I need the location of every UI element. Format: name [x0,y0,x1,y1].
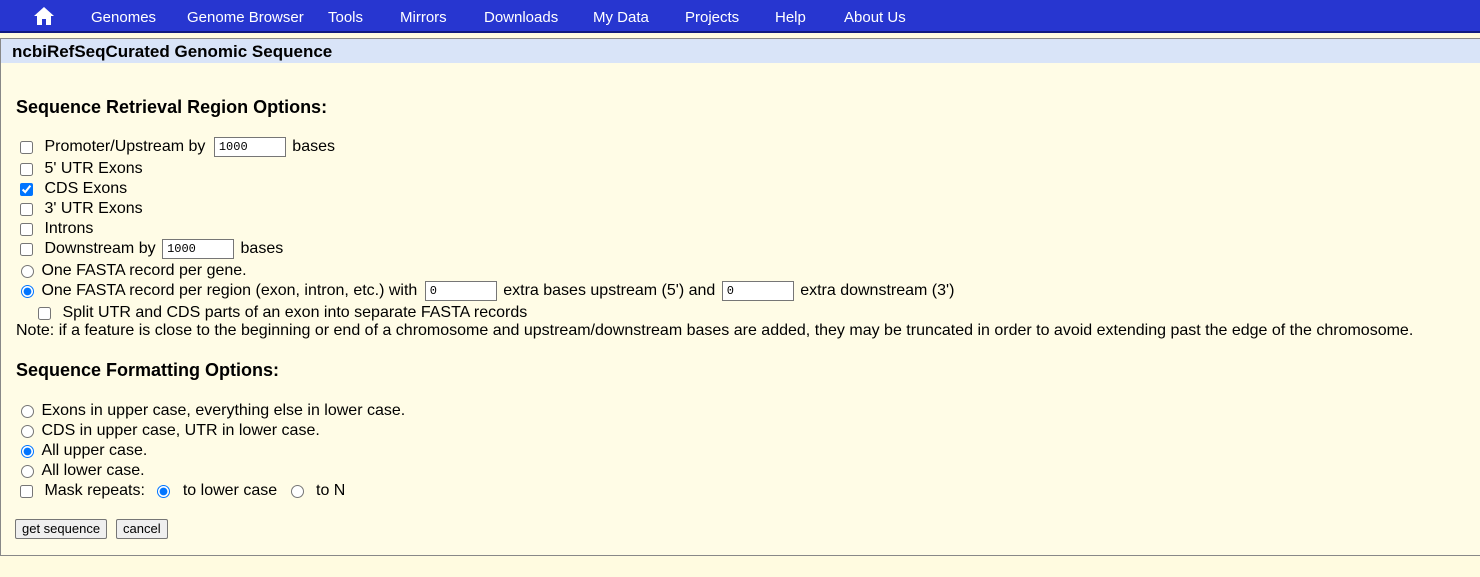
extra-downstream-label: extra downstream (3') [800,282,955,299]
promoter-row: Promoter/Upstream by bases [16,137,335,157]
utr3-checkbox[interactable] [20,202,33,216]
exons-upper-radio[interactable] [21,404,34,418]
mask-repeats-checkbox[interactable] [20,484,33,498]
mask-repeats-label: Mask repeats: [44,482,145,499]
introns-label: Introns [44,220,94,237]
cds-row: CDS Exons [16,179,127,199]
region-options-heading: Sequence Retrieval Region Options: [16,97,328,117]
downstream-bases-suffix: bases [240,240,284,257]
downstream-label: Downstream by [44,240,156,257]
mask-repeats-row: Mask repeats: to lower case to N [16,481,345,501]
home-icon[interactable] [33,6,55,26]
extra-upstream-input[interactable] [424,281,497,301]
all-lower-row: All lower case. [16,461,145,481]
one-per-gene-row: One FASTA record per gene. [16,261,247,281]
all-upper-radio[interactable] [21,444,34,458]
utr5-row: 5' UTR Exons [16,159,143,179]
nav-tools[interactable]: Tools [328,9,363,26]
mask-n-label: to N [316,482,346,499]
all-upper-label: All upper case. [41,442,148,459]
introns-row: Introns [16,219,93,239]
downstream-row: Downstream by bases [16,239,283,259]
exons-upper-row: Exons in upper case, everything else in … [16,401,405,421]
downstream-bases-input[interactable] [162,239,235,259]
promoter-bases-input[interactable] [213,137,286,157]
one-per-region-radio[interactable] [21,284,34,298]
one-per-region-label: One FASTA record per region (exon, intro… [41,282,418,299]
split-utr-label: Split UTR and CDS parts of an exon into … [62,304,528,321]
cds-checkbox[interactable] [20,182,33,196]
nav-mirrors[interactable]: Mirrors [400,9,447,26]
promoter-checkbox[interactable] [20,140,33,154]
top-navbar: Genomes Genome Browser Tools Mirrors Dow… [0,0,1480,33]
nav-help[interactable]: Help [775,9,806,26]
all-lower-label: All lower case. [41,462,145,479]
nav-downloads[interactable]: Downloads [484,9,558,26]
promoter-label: Promoter/Upstream by [44,138,206,155]
introns-checkbox[interactable] [20,222,33,236]
cds-label: CDS Exons [44,180,128,197]
one-per-region-row: One FASTA record per region (exon, intro… [16,281,954,301]
mask-lower-radio[interactable] [157,484,171,498]
truncation-note: Note: if a feature is close to the begin… [16,322,1414,339]
cds-upper-label: CDS in upper case, UTR in lower case. [41,422,320,439]
one-per-gene-label: One FASTA record per gene. [41,262,247,279]
extra-downstream-input[interactable] [721,281,794,301]
nav-projects[interactable]: Projects [685,9,739,26]
one-per-gene-radio[interactable] [21,264,34,278]
split-utr-checkbox[interactable] [38,306,51,320]
mask-n-radio[interactable] [290,484,304,498]
cds-upper-radio[interactable] [21,424,34,438]
mask-lower-label: to lower case [182,482,278,499]
get-sequence-button[interactable]: get sequence [15,519,108,539]
cds-upper-row: CDS in upper case, UTR in lower case. [16,421,320,441]
nav-about-us[interactable]: About Us [844,9,906,26]
all-lower-radio[interactable] [21,464,34,478]
utr3-label: 3' UTR Exons [44,200,143,217]
nav-my-data[interactable]: My Data [593,9,649,26]
extra-upstream-label: extra bases upstream (5') and [503,282,716,299]
exons-upper-label: Exons in upper case, everything else in … [41,402,406,419]
utr3-row: 3' UTR Exons [16,199,143,219]
promoter-bases-suffix: bases [292,138,335,155]
downstream-checkbox[interactable] [20,242,33,256]
split-utr-row: Split UTR and CDS parts of an exon into … [38,303,527,323]
nav-genome-browser[interactable]: Genome Browser [187,9,304,26]
page-title: ncbiRefSeqCurated Genomic Sequence [12,42,333,61]
nav-genomes[interactable]: Genomes [91,9,156,26]
utr5-label: 5' UTR Exons [44,160,143,177]
utr5-checkbox[interactable] [20,162,33,176]
all-upper-row: All upper case. [16,441,147,461]
sequence-options-panel: ncbiRefSeqCurated Genomic Sequence Seque… [0,38,1480,556]
panel-titlebar: ncbiRefSeqCurated Genomic Sequence [1,39,1480,63]
format-options-heading: Sequence Formatting Options: [16,360,280,380]
cancel-button[interactable]: cancel [116,519,168,539]
